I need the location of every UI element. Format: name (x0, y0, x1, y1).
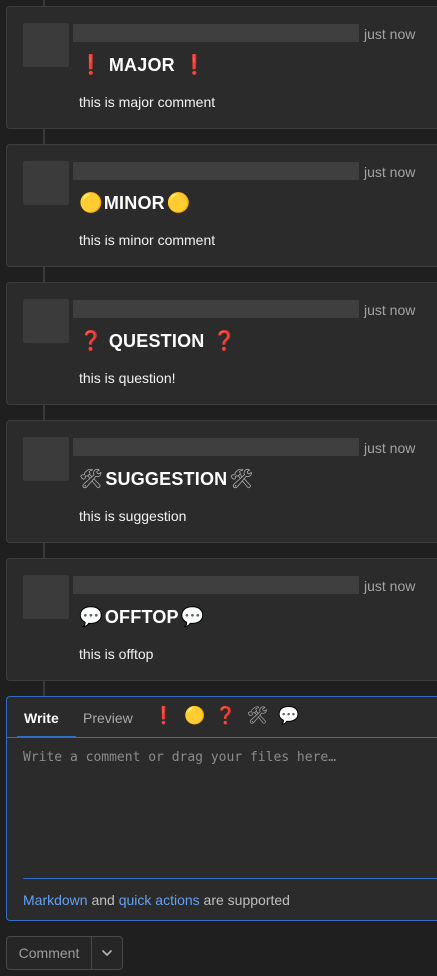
note-title: MINOR (103, 193, 165, 213)
author-name-redacted[interactable] (73, 300, 359, 318)
note-minor: just now 🟡 MINOR 🟡 this is minor comment (6, 144, 437, 267)
markdown-link[interactable]: Markdown (23, 892, 88, 908)
avatar[interactable] (23, 161, 69, 205)
note-body: this is minor comment (79, 232, 216, 248)
hint-text-mid: and (87, 892, 119, 908)
speech-bubble-icon: 💬 (79, 606, 103, 628)
avatar[interactable] (23, 575, 69, 619)
note-body: this is offtop (79, 646, 154, 662)
yellow-circle-icon: 🟡 (79, 192, 103, 214)
note-title: OFFTOP (104, 607, 179, 627)
tab-write[interactable]: Write (24, 710, 59, 726)
note-heading: ❗ MAJOR ❗ (79, 55, 207, 76)
note-title: MAJOR (108, 55, 175, 75)
note-timestamp[interactable]: just now (364, 578, 415, 594)
insert-question-mark-icon[interactable]: ❓ (213, 707, 238, 726)
chevron-down-icon (102, 949, 112, 956)
note-title: QUESTION (108, 331, 205, 351)
author-name-redacted[interactable] (73, 438, 359, 456)
avatar[interactable] (23, 437, 69, 481)
note-timestamp[interactable]: just now (364, 164, 415, 180)
hammer-wrench-icon: 🛠 (229, 468, 254, 490)
note-question: just now ❓ QUESTION ❓ this is question! (6, 282, 437, 405)
insert-hammer-wrench-icon[interactable]: 🛠 (245, 707, 271, 726)
comment-button[interactable]: Comment (7, 937, 92, 969)
comment-dropdown-button[interactable] (92, 937, 122, 969)
insert-speech-bubble-icon[interactable]: 💬 (276, 707, 301, 726)
hammer-wrench-icon: 🛠 (79, 468, 104, 490)
emoji-toolbar: ❗ 🟡 ❓ 🛠 💬 (151, 707, 301, 726)
note-offtop: just now 💬 OFFTOP 💬 this is offtop (6, 558, 437, 681)
note-heading: 🛠 SUGGESTION 🛠 (79, 469, 254, 490)
note-major: just now ❗ MAJOR ❗ this is major comment (6, 6, 437, 129)
note-heading: 🟡 MINOR 🟡 (79, 193, 191, 214)
note-suggestion: just now 🛠 SUGGESTION 🛠 this is suggesti… (6, 420, 437, 543)
speech-bubble-icon: 💬 (180, 606, 205, 628)
note-heading: 💬 OFFTOP 💬 (79, 607, 205, 628)
comment-textarea[interactable]: Write a comment or drag your files here… (23, 750, 433, 870)
yellow-circle-icon: 🟡 (166, 192, 191, 214)
exclamation-icon: ❗ (79, 54, 103, 76)
note-timestamp[interactable]: just now (364, 302, 415, 318)
editor-tabs: Write Preview ❗ 🟡 ❓ 🛠 💬 (7, 697, 437, 738)
comment-editor: Write Preview ❗ 🟡 ❓ 🛠 💬 Write a comment … (6, 696, 437, 921)
markdown-hint: Markdown and quick actions are supported (23, 892, 290, 908)
note-body: this is major comment (79, 94, 216, 110)
author-name-redacted[interactable] (73, 576, 359, 594)
tab-preview[interactable]: Preview (83, 710, 133, 726)
exclamation-icon: ❗ (182, 54, 207, 76)
note-heading: ❓ QUESTION ❓ (79, 331, 236, 352)
avatar[interactable] (23, 299, 69, 343)
note-timestamp[interactable]: just now (364, 26, 415, 42)
author-name-redacted[interactable] (73, 24, 359, 42)
avatar[interactable] (23, 23, 69, 67)
tab-write-underline (17, 736, 76, 738)
question-mark-icon: ❓ (79, 330, 103, 352)
insert-exclamation-icon[interactable]: ❗ (151, 707, 176, 726)
author-name-redacted[interactable] (73, 162, 359, 180)
note-timestamp[interactable]: just now (364, 440, 415, 456)
hint-text-end: are supported (199, 892, 290, 908)
note-body: this is question! (79, 370, 176, 386)
question-mark-icon: ❓ (212, 330, 237, 352)
note-body: this is suggestion (79, 508, 187, 524)
insert-yellow-circle-icon[interactable]: 🟡 (182, 707, 207, 726)
quick-actions-link[interactable]: quick actions (119, 892, 200, 908)
comment-button-group: Comment (6, 936, 123, 970)
editor-divider (23, 878, 437, 879)
note-title: SUGGESTION (105, 469, 228, 489)
